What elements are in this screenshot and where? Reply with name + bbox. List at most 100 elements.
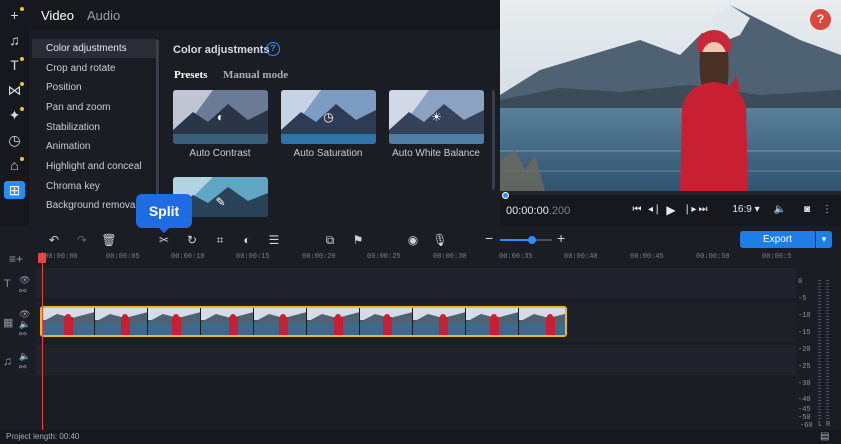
more-options-icon[interactable]: ⋮	[822, 203, 832, 217]
lock-icon[interactable]: ⚯	[19, 329, 27, 340]
ruler-tick: 00:00:25	[367, 253, 401, 261]
ruler-tick: 00:00:50	[696, 253, 730, 261]
tab-manual-mode[interactable]: Manual mode	[223, 69, 288, 81]
panel-title: Color adjustments	[173, 44, 270, 56]
preset-auto-white-balance[interactable]: ☀	[389, 90, 484, 144]
category-scrollbar[interactable]	[156, 40, 159, 216]
play-icon[interactable]: ▶	[665, 203, 677, 217]
ruler-tick: 00:00:10	[171, 253, 205, 261]
text-icon[interactable]: T	[4, 56, 25, 74]
step-forward-icon[interactable]: ❘▸	[683, 203, 696, 217]
lightbulb-icon: ☀	[431, 110, 442, 124]
undo-icon[interactable]: ↶	[46, 232, 62, 248]
preview-timecode: 00:00:00.200	[506, 205, 570, 217]
zoom-in-icon[interactable]: +	[557, 230, 565, 246]
list-view-icon[interactable]: ▤	[820, 431, 829, 442]
category-animation[interactable]: Animation	[32, 137, 158, 156]
db-label: -25	[798, 363, 811, 371]
meter-label-left: L	[818, 421, 823, 429]
ruler-tick: 00:00:00	[44, 253, 78, 261]
category-highlight-conceal[interactable]: Highlight and conceal	[32, 157, 158, 176]
ruler-tick: 00:00:20	[302, 253, 336, 261]
zoom-slider-handle[interactable]	[528, 236, 536, 244]
tab-audio[interactable]: Audio	[87, 8, 120, 23]
aspect-ratio-select[interactable]: 16:9 ▾	[728, 203, 764, 217]
music-icon[interactable]: ♫	[4, 31, 25, 49]
help-icon[interactable]: ?	[266, 42, 280, 56]
skip-start-icon[interactable]: ⏮	[632, 203, 642, 217]
ruler-tick: 00:00:40	[564, 253, 598, 261]
help-button[interactable]: ?	[810, 9, 831, 30]
text-track[interactable]	[36, 268, 796, 298]
preset-label: Auto White Balance	[392, 148, 480, 159]
clip-frame	[201, 308, 254, 335]
db-label: -5	[798, 295, 807, 303]
preset-auto-saturation[interactable]: ◷	[281, 90, 376, 144]
clip-frame	[42, 308, 95, 335]
redo-icon[interactable]: ↷	[74, 232, 90, 248]
preview-frame[interactable]	[500, 0, 841, 191]
timeline-ruler[interactable]	[36, 252, 796, 266]
audio-track[interactable]	[36, 345, 796, 375]
plus-icon[interactable]: +	[4, 6, 25, 24]
clip-frame	[307, 308, 360, 335]
clip-frame	[254, 308, 307, 335]
skip-end-icon[interactable]: ⏭	[698, 203, 708, 217]
preset-auto-contrast[interactable]: ◐	[173, 90, 268, 144]
tooltip-arrow	[158, 227, 170, 233]
step-back-icon[interactable]: ◂❘	[648, 203, 661, 217]
split-tooltip: Split	[136, 194, 192, 228]
category-chroma-key[interactable]: Chroma key	[32, 177, 158, 196]
db-label: -60	[800, 422, 813, 430]
category-crop-rotate[interactable]: Crop and rotate	[32, 59, 158, 78]
lock-icon[interactable]: ⚯	[19, 362, 27, 373]
category-position[interactable]: Position	[32, 78, 158, 97]
magic-icon[interactable]: ✦	[4, 106, 25, 124]
meter-channel-left	[818, 280, 821, 420]
timeline-toolbar: ↶ ↷ 🗑 ✂ ↻ ⌗ ◐ ☰ ⧉ ⚑ ◉ 🎙	[0, 226, 841, 252]
meter-label-right: R	[826, 421, 831, 429]
presets-scrollbar[interactable]	[492, 90, 495, 190]
preset-label: Auto Saturation	[293, 148, 363, 159]
visibility-icon[interactable]: 👁	[19, 275, 30, 286]
db-label: -15	[798, 329, 811, 337]
export-button[interactable]: Export	[740, 231, 815, 248]
category-pan-zoom[interactable]: Pan and zoom	[32, 98, 158, 117]
webcam-icon[interactable]: ◉	[405, 232, 421, 248]
timecode-ms: .200	[548, 205, 571, 217]
delete-icon[interactable]: 🗑	[101, 232, 117, 248]
clock-icon[interactable]: ◷	[4, 131, 25, 149]
timecode-main: 00:00:00	[506, 205, 549, 217]
preview-scrubber[interactable]	[500, 191, 841, 195]
transitions-icon[interactable]: ⋈	[4, 81, 25, 99]
video-clip[interactable]	[40, 306, 567, 337]
tab-video[interactable]: Video	[41, 8, 74, 23]
adjust-icon[interactable]: ☰	[266, 232, 282, 248]
volume-icon[interactable]: 🔈	[19, 351, 30, 362]
stickers-icon[interactable]: ⌂	[4, 156, 25, 174]
camera-icon[interactable]: ◙	[800, 203, 814, 217]
zoom-out-icon[interactable]: −	[485, 230, 493, 246]
microphone-icon[interactable]: 🎙	[432, 232, 448, 248]
rotate-icon[interactable]: ↻	[184, 232, 200, 248]
color-icon[interactable]: ◐	[239, 232, 255, 248]
ruler-tick: 00:00:15	[236, 253, 270, 261]
crop-icon[interactable]: ⌗	[212, 232, 228, 248]
flag-icon[interactable]: ⚑	[350, 232, 366, 248]
lock-icon[interactable]: ⚯	[19, 286, 27, 297]
db-label: -40	[798, 396, 811, 404]
category-stabilization[interactable]: Stabilization	[32, 118, 158, 137]
category-color-adjustments[interactable]: Color adjustments	[32, 39, 158, 58]
preview-image	[500, 0, 841, 191]
playhead[interactable]	[42, 252, 43, 430]
add-track-icon[interactable]: ≡+	[9, 252, 23, 266]
ruler-tick: 00:00:35	[499, 253, 533, 261]
playhead-handle[interactable]	[38, 253, 46, 263]
overlay-icon[interactable]: ⧉	[322, 232, 338, 248]
volume-icon[interactable]: 🔈	[773, 203, 787, 217]
more-tools-icon[interactable]: ⊞	[4, 181, 25, 199]
scrubber-handle[interactable]	[502, 192, 509, 199]
tab-presets[interactable]: Presets	[174, 69, 207, 81]
split-icon[interactable]: ✂	[156, 232, 172, 248]
export-dropdown-button[interactable]: ▾	[816, 231, 832, 248]
